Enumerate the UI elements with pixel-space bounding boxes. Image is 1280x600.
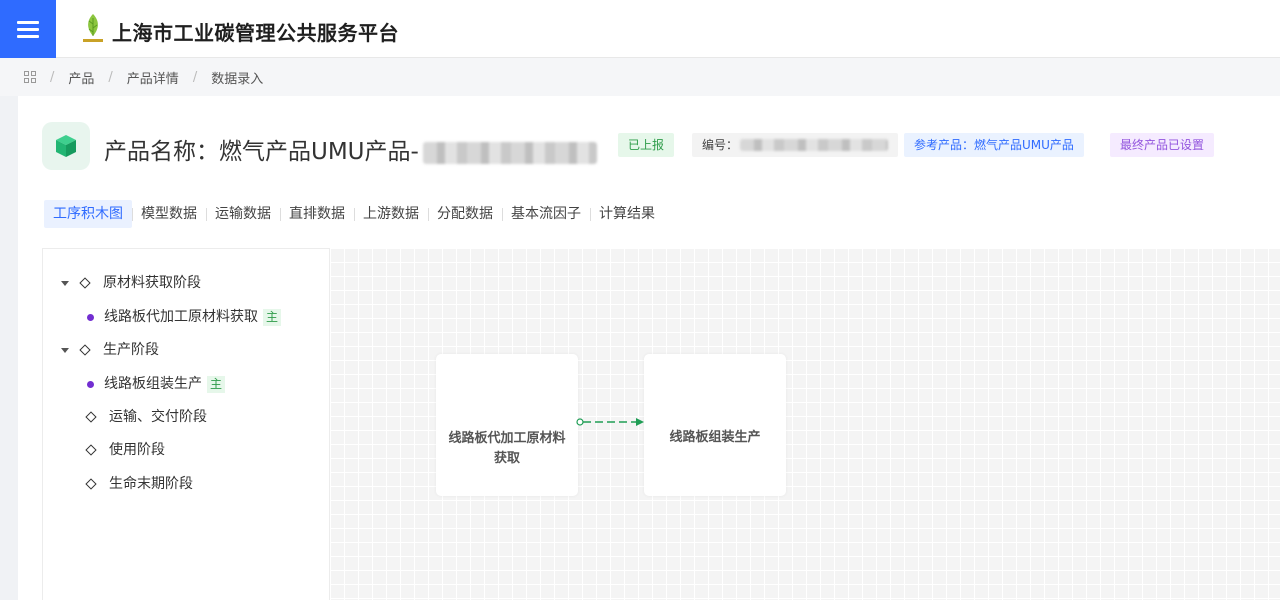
breadcrumb-item-product[interactable]: 产品 bbox=[68, 68, 94, 87]
breadcrumb: / 产品 / 产品详情 / 数据录入 bbox=[0, 58, 1280, 96]
reference-product-badge: 参考产品：燃气产品UMU产品 bbox=[904, 133, 1084, 157]
main-card: 产品名称：燃气产品UMU产品- 已上报 编号： 参考产品：燃气产品UMU产品 最… bbox=[18, 96, 1280, 600]
tab-bar: 工序积木图 模型数据 运输数据 直排数据 上游数据 分配数据 基本流因子 计算结… bbox=[44, 200, 664, 228]
product-title-text: 产品名称：燃气产品UMU产品- bbox=[104, 139, 419, 165]
hamburger-icon bbox=[17, 17, 39, 42]
diamond-icon bbox=[85, 444, 97, 456]
product-title: 产品名称：燃气产品UMU产品- bbox=[104, 132, 597, 166]
top-bar: 上海市工业碳管理公共服务平台 bbox=[0, 0, 1280, 58]
tree-node-process-assembly[interactable]: 线路板组装生产 主 bbox=[87, 374, 226, 394]
tab-model-data[interactable]: 模型数据 bbox=[132, 200, 206, 228]
tree-node-production-stage[interactable]: 生产阶段 bbox=[61, 340, 159, 360]
diamond-icon bbox=[85, 411, 97, 423]
main-badge: 主 bbox=[207, 375, 226, 393]
tree-node-transport-stage[interactable]: 运输、交付阶段 bbox=[85, 407, 207, 427]
main-badge: 主 bbox=[263, 308, 282, 326]
product-code-badge: 编号： bbox=[692, 133, 899, 157]
caret-down-icon[interactable] bbox=[61, 280, 69, 286]
tab-basic-flow-factors[interactable]: 基本流因子 bbox=[502, 200, 590, 228]
final-product-badge: 最终产品已设置 bbox=[1110, 133, 1215, 157]
tree-node-raw-material-stage[interactable]: 原材料获取阶段 bbox=[61, 273, 201, 293]
flow-edge-arrow[interactable] bbox=[576, 416, 646, 428]
redacted-product-name bbox=[422, 141, 597, 164]
process-dot-icon bbox=[87, 313, 94, 321]
tree-node-end-of-life-stage[interactable]: 生命末期阶段 bbox=[85, 474, 193, 494]
tab-process-blocks[interactable]: 工序积木图 bbox=[44, 200, 132, 228]
breadcrumb-item-product-detail[interactable]: 产品详情 bbox=[127, 68, 179, 87]
process-dot-icon bbox=[87, 380, 94, 388]
diamond-icon bbox=[79, 344, 91, 356]
leaf-logo-icon bbox=[83, 14, 103, 42]
diamond-icon bbox=[79, 277, 91, 289]
product-cube-icon bbox=[42, 122, 90, 170]
process-canvas[interactable]: 线路板代加工原材料获取 线路板组装生产 bbox=[330, 248, 1280, 600]
tree-node-process-raw-material[interactable]: 线路板代加工原材料获取 主 bbox=[87, 307, 282, 327]
redacted-product-code bbox=[740, 139, 889, 151]
diamond-icon bbox=[85, 478, 97, 490]
app-title: 上海市工业碳管理公共服务平台 bbox=[112, 21, 399, 45]
grid-icon[interactable] bbox=[24, 71, 36, 83]
tab-upstream-data[interactable]: 上游数据 bbox=[354, 200, 428, 228]
tab-calculation-results[interactable]: 计算结果 bbox=[590, 200, 664, 228]
stage-tree: 原材料获取阶段 线路板代加工原材料获取 主 生产阶段 线路板组装生产 主 运输、… bbox=[42, 248, 330, 600]
breadcrumb-item-data-entry: 数据录入 bbox=[211, 71, 264, 87]
tab-direct-emission-data[interactable]: 直排数据 bbox=[280, 200, 354, 228]
tab-transport-data[interactable]: 运输数据 bbox=[206, 200, 280, 228]
tree-node-use-stage[interactable]: 使用阶段 bbox=[85, 440, 165, 460]
flow-node-assembly[interactable]: 线路板组装生产 bbox=[644, 354, 786, 496]
tab-allocation-data[interactable]: 分配数据 bbox=[428, 200, 502, 228]
flow-node-raw-material[interactable]: 线路板代加工原材料获取 bbox=[436, 354, 578, 496]
product-code-label: 编号： bbox=[702, 138, 739, 152]
status-badge: 已上报 bbox=[618, 133, 675, 157]
menu-toggle-button[interactable] bbox=[0, 0, 56, 58]
caret-down-icon[interactable] bbox=[61, 347, 69, 353]
